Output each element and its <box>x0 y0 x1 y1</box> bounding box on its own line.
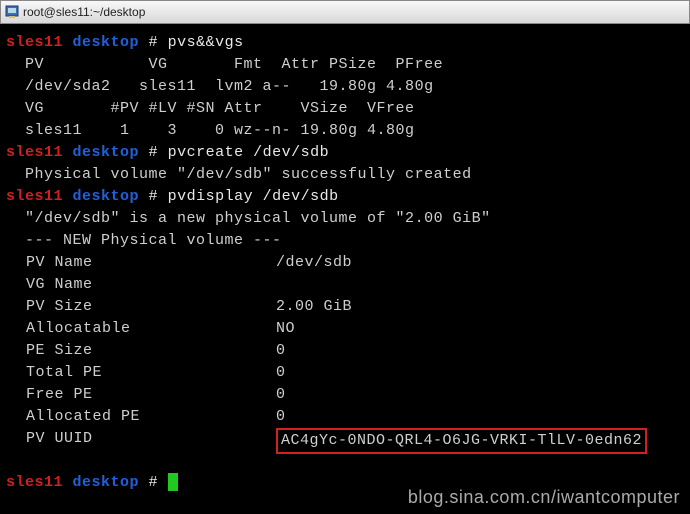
window-title: root@sles11:~/desktop <box>23 5 145 19</box>
watermark: blog.sina.com.cn/iwantcomputer <box>408 486 680 508</box>
prompt-line-3: sles11 desktop # pvdisplay /dev/sdb <box>6 186 684 208</box>
field-vg-name: VG Name <box>6 274 684 296</box>
vgs-header: VG #PV #LV #SN Attr VSize VFree <box>6 98 684 120</box>
uuid-highlight: AC4gYc-0NDO-QRL4-O6JG-VRKI-TlLV-0edn62 <box>276 428 647 454</box>
terminal-area[interactable]: sles11 desktop # pvs&&vgs PV VG Fmt Attr… <box>0 24 690 514</box>
pvs-header: PV VG Fmt Attr PSize PFree <box>6 54 684 76</box>
command-3: pvdisplay /dev/sdb <box>168 188 339 205</box>
command-2: pvcreate /dev/sdb <box>168 144 330 161</box>
cwd: desktop <box>73 34 140 51</box>
pvdisplay-msg: "/dev/sdb" is a new physical volume of "… <box>6 208 684 230</box>
field-pv-size: PV Size2.00 GiB <box>6 296 684 318</box>
field-pe-size: PE Size0 <box>6 340 684 362</box>
field-free-pe: Free PE0 <box>6 384 684 406</box>
field-pv-uuid: PV UUIDAC4gYc-0NDO-QRL4-O6JG-VRKI-TlLV-0… <box>6 428 684 454</box>
vgs-row: sles11 1 3 0 wz--n- 19.80g 4.80g <box>6 120 684 142</box>
prompt-line-2: sles11 desktop # pvcreate /dev/sdb <box>6 142 684 164</box>
cursor <box>168 473 178 491</box>
pvs-row: /dev/sda2 sles11 lvm2 a-- 19.80g 4.80g <box>6 76 684 98</box>
field-total-pe: Total PE0 <box>6 362 684 384</box>
hostname: sles11 <box>6 34 63 51</box>
field-allocated-pe: Allocated PE0 <box>6 406 684 428</box>
putty-icon <box>5 5 19 19</box>
pvdisplay-header: --- NEW Physical volume --- <box>6 230 684 252</box>
window-titlebar: root@sles11:~/desktop <box>0 0 690 24</box>
field-allocatable: AllocatableNO <box>6 318 684 340</box>
prompt-line-1: sles11 desktop # pvs&&vgs <box>6 32 684 54</box>
field-pv-name: PV Name/dev/sdb <box>6 252 684 274</box>
command-1: pvs&&vgs <box>168 34 244 51</box>
pvcreate-output: Physical volume "/dev/sdb" successfully … <box>6 164 684 186</box>
